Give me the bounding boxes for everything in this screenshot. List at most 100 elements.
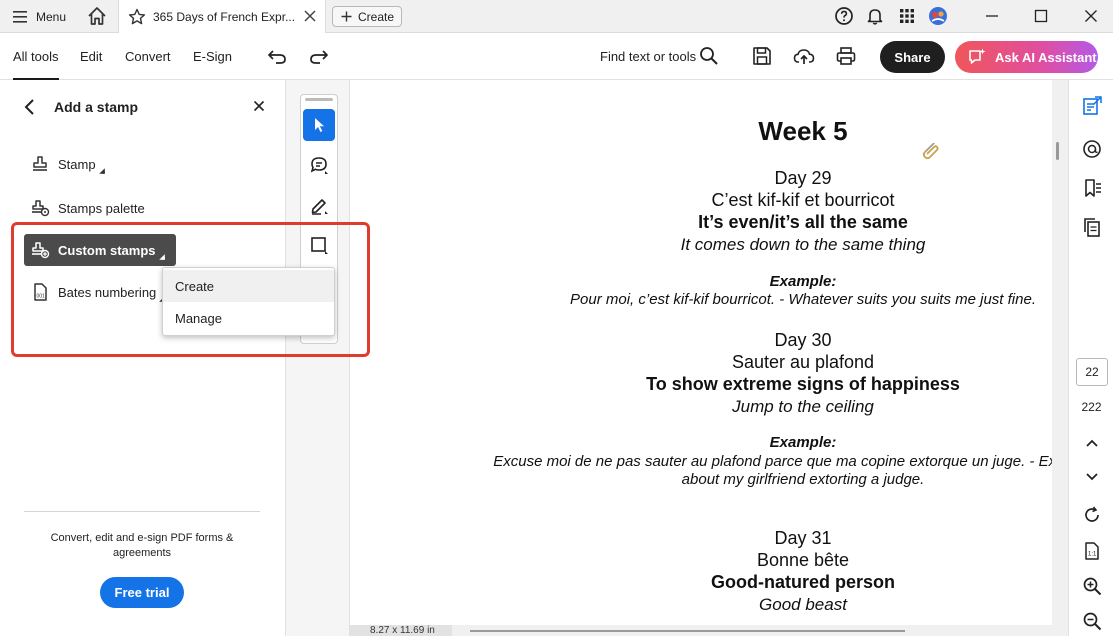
page-size-label: 8.27 x 11.69 in bbox=[350, 625, 452, 636]
stamp-item[interactable]: Stamp bbox=[30, 150, 106, 178]
stamps-palette-icon bbox=[32, 200, 50, 217]
doc-line: Sauter au plafond bbox=[731, 352, 875, 372]
close-panel-icon[interactable] bbox=[252, 99, 266, 113]
submenu-caret-icon bbox=[98, 168, 105, 174]
search-icon[interactable] bbox=[698, 45, 720, 67]
doc-line: C’est kif-kif et bourricot bbox=[711, 190, 895, 210]
panel-title: Add a stamp bbox=[54, 99, 139, 115]
drag-handle[interactable] bbox=[305, 98, 333, 101]
attachment-paperclip-icon[interactable] bbox=[920, 140, 940, 162]
custom-stamps-menu: Create Manage bbox=[162, 267, 335, 336]
promo-text: Convert, edit and e-sign PDF forms & agr… bbox=[50, 532, 234, 559]
title-bar: Menu 365 Days of French Expr... Create bbox=[0, 0, 1113, 33]
close-window-icon[interactable] bbox=[1079, 4, 1103, 28]
bates-numbering-item[interactable]: 001 Bates numbering bbox=[30, 278, 166, 306]
tab-title: 365 Days of French Expr... bbox=[153, 10, 295, 24]
bookmark-icon[interactable] bbox=[1081, 177, 1103, 199]
doc-line: Day 29 bbox=[774, 168, 832, 188]
draw-tool-button[interactable] bbox=[303, 189, 335, 221]
doc-line: Example: bbox=[769, 434, 837, 451]
find-text-or-tools[interactable]: Find text or tools bbox=[600, 49, 696, 64]
maximize-icon[interactable] bbox=[1029, 4, 1053, 28]
chevron-up-icon[interactable] bbox=[1081, 432, 1103, 454]
doc-line: Day 30 bbox=[774, 330, 832, 350]
minimize-icon[interactable] bbox=[980, 4, 1004, 28]
bates-numbering-label: Bates numbering bbox=[58, 284, 157, 300]
horizontal-scrollbar[interactable] bbox=[470, 630, 905, 632]
doc-line: To show extreme signs of happiness bbox=[646, 374, 960, 394]
doc-line: about my girlfriend extorting a judge. bbox=[681, 471, 925, 488]
stamps-palette-label: Stamps palette bbox=[58, 200, 145, 216]
custom-stamps-icon bbox=[32, 242, 50, 259]
zoom-out-icon[interactable] bbox=[1081, 610, 1103, 632]
close-tab-icon[interactable] bbox=[303, 9, 317, 23]
help-icon[interactable] bbox=[834, 6, 854, 26]
stamp-label: Stamp bbox=[58, 156, 96, 172]
save-icon[interactable] bbox=[751, 45, 773, 67]
custom-stamps-label: Custom stamps bbox=[58, 242, 156, 258]
document-view[interactable]: Week 5 Day 29 C’est kif-kif et bourricot… bbox=[350, 80, 1068, 636]
star-icon[interactable] bbox=[128, 8, 146, 26]
doc-line: Pour moi, c’est kif-kif bourricot. - Wha… bbox=[570, 291, 1036, 308]
menu-label: Menu bbox=[36, 10, 67, 24]
menu-button[interactable]: Menu bbox=[12, 7, 66, 27]
back-arrow-icon[interactable] bbox=[22, 98, 38, 116]
vertical-scrollbar[interactable] bbox=[1056, 142, 1059, 160]
free-trial-button[interactable]: Free trial bbox=[100, 577, 184, 608]
doc-line: It comes down to the same thing bbox=[680, 235, 926, 254]
doc-line: Good-natured person bbox=[711, 572, 895, 592]
home-icon[interactable] bbox=[86, 5, 108, 27]
doc-line: It’s even/it’s all the same bbox=[698, 212, 908, 232]
share-button[interactable]: Share bbox=[880, 41, 945, 73]
plus-icon bbox=[341, 11, 352, 22]
create-label: Create bbox=[358, 9, 395, 24]
rotate-icon[interactable] bbox=[1081, 504, 1103, 526]
fit-page-icon[interactable]: 1:1 bbox=[1081, 540, 1103, 562]
page-heading: Week 5 bbox=[758, 116, 848, 146]
bates-numbering-icon: 001 bbox=[34, 283, 47, 301]
menu-item-manage[interactable]: Manage bbox=[163, 302, 334, 334]
pages-copy-icon[interactable] bbox=[1081, 216, 1103, 238]
doc-line: Excuse moi de ne pas sauter au plafond p… bbox=[493, 453, 1052, 470]
current-page-input[interactable]: 22 bbox=[1076, 358, 1108, 386]
menu-item-create[interactable]: Create bbox=[163, 270, 334, 302]
stamp-icon bbox=[33, 156, 47, 171]
shape-tool-button[interactable] bbox=[303, 229, 335, 261]
ask-ai-assistant-button[interactable]: Ask AI Assistant bbox=[955, 41, 1098, 73]
redo-icon[interactable] bbox=[308, 45, 330, 67]
document-tab[interactable]: 365 Days of French Expr... bbox=[118, 0, 326, 33]
bell-icon[interactable] bbox=[865, 6, 885, 26]
tab-all-tools[interactable]: All tools bbox=[13, 49, 59, 80]
svg-text:001: 001 bbox=[37, 294, 46, 300]
tab-edit[interactable]: Edit bbox=[80, 49, 102, 64]
chevron-down-icon[interactable] bbox=[1081, 466, 1103, 488]
tab-e-sign[interactable]: E-Sign bbox=[193, 49, 232, 64]
edit-pdf-icon[interactable] bbox=[1081, 95, 1103, 117]
total-pages: 222 bbox=[1081, 400, 1102, 414]
upload-cloud-icon[interactable] bbox=[793, 45, 815, 67]
stamps-palette-item[interactable]: Stamps palette bbox=[30, 194, 145, 222]
pen-icon bbox=[311, 199, 328, 215]
undo-icon[interactable] bbox=[266, 45, 288, 67]
apps-grid-icon[interactable] bbox=[897, 6, 917, 26]
status-bar: 8.27 x 11.69 in bbox=[350, 625, 1068, 636]
doc-line: Jump to the ceiling bbox=[732, 397, 874, 416]
select-tool-button[interactable] bbox=[303, 109, 335, 141]
cursor-arrow-icon bbox=[315, 118, 324, 132]
ask-ai-label: Ask AI Assistant bbox=[995, 49, 1097, 65]
doc-line: Example: bbox=[769, 273, 837, 290]
pdf-page[interactable]: Week 5 Day 29 C’est kif-kif et bourricot… bbox=[350, 80, 1052, 625]
zoom-in-icon[interactable] bbox=[1081, 575, 1103, 597]
doc-line: Good beast bbox=[759, 595, 847, 614]
comment-tool-button[interactable] bbox=[303, 149, 335, 181]
add-stamp-panel: Add a stamp Stamp Stamps palette Custom … bbox=[0, 80, 286, 636]
panel-divider bbox=[24, 511, 260, 512]
comments-icon[interactable] bbox=[1081, 138, 1103, 160]
avatar[interactable] bbox=[928, 6, 948, 26]
create-button[interactable]: Create bbox=[332, 6, 402, 27]
doc-line: Bonne bête bbox=[756, 550, 850, 570]
print-icon[interactable] bbox=[835, 45, 857, 67]
custom-stamps-item[interactable]: Custom stamps bbox=[24, 234, 176, 266]
rectangle-icon bbox=[311, 237, 328, 254]
tab-convert[interactable]: Convert bbox=[125, 49, 171, 64]
